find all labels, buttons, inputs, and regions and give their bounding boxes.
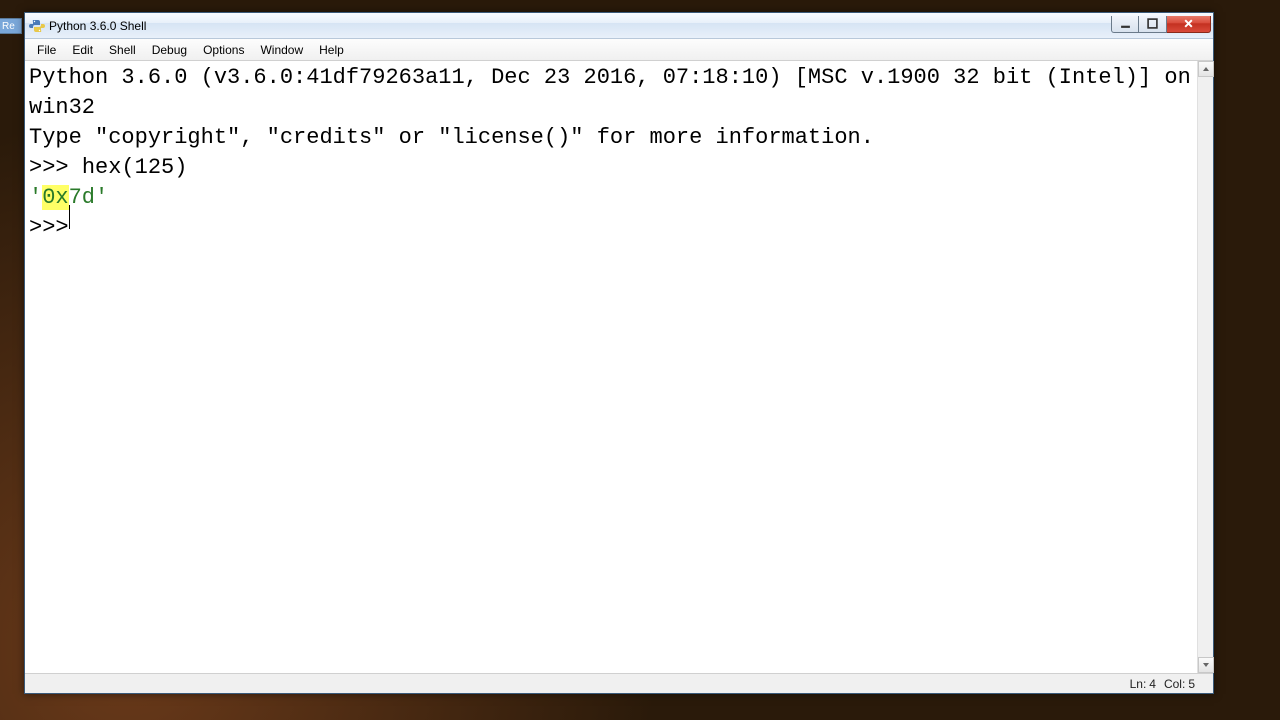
idle-shell-window: Python 3.6.0 Shell File Edit Shell Debug… [24,12,1214,694]
menu-debug[interactable]: Debug [144,41,195,59]
output-quote-close: ' [95,185,108,210]
banner-line-2: Type "copyright", "credits" or "license(… [29,125,874,150]
scroll-up-button[interactable] [1198,61,1214,77]
output-highlighted: 0x [42,185,68,210]
menubar: File Edit Shell Debug Options Window Hel… [25,39,1213,61]
window-controls [1111,16,1213,36]
partial-window-fragment: Re [0,18,22,34]
vertical-scrollbar[interactable] [1197,61,1213,673]
shell-text[interactable]: Python 3.6.0 (v3.6.0:41df79263a11, Dec 2… [25,61,1197,673]
menu-window[interactable]: Window [252,41,311,59]
minimize-button[interactable] [1111,16,1139,33]
content-area: Python 3.6.0 (v3.6.0:41df79263a11, Dec 2… [25,61,1213,673]
output-quote-open: ' [29,185,42,210]
menu-options[interactable]: Options [195,41,252,59]
maximize-button[interactable] [1139,16,1167,33]
scroll-down-button[interactable] [1198,657,1214,673]
window-title: Python 3.6.0 Shell [49,19,1111,33]
statusbar: Ln: 4 Col: 5 [25,673,1213,693]
input-code: hex(125) [82,155,188,180]
titlebar[interactable]: Python 3.6.0 Shell [25,13,1213,39]
status-ln-value: 4 [1149,677,1156,691]
menu-file[interactable]: File [29,41,64,59]
close-button[interactable] [1167,16,1211,33]
prompt-empty: >>> [29,215,82,240]
python-icon [29,18,45,34]
desktop-background: Re Python 3.6.0 Shell [0,0,1280,720]
status-ln-label: Ln: [1130,677,1147,691]
status-col-value: 5 [1188,677,1195,691]
status-col-label: Col: [1164,677,1185,691]
banner-line-1: Python 3.6.0 (v3.6.0:41df79263a11, Dec 2… [29,65,1197,120]
menu-shell[interactable]: Shell [101,41,144,59]
prompt: >>> [29,155,82,180]
menu-help[interactable]: Help [311,41,352,59]
output-rest: 7d [69,185,95,210]
menu-edit[interactable]: Edit [64,41,101,59]
